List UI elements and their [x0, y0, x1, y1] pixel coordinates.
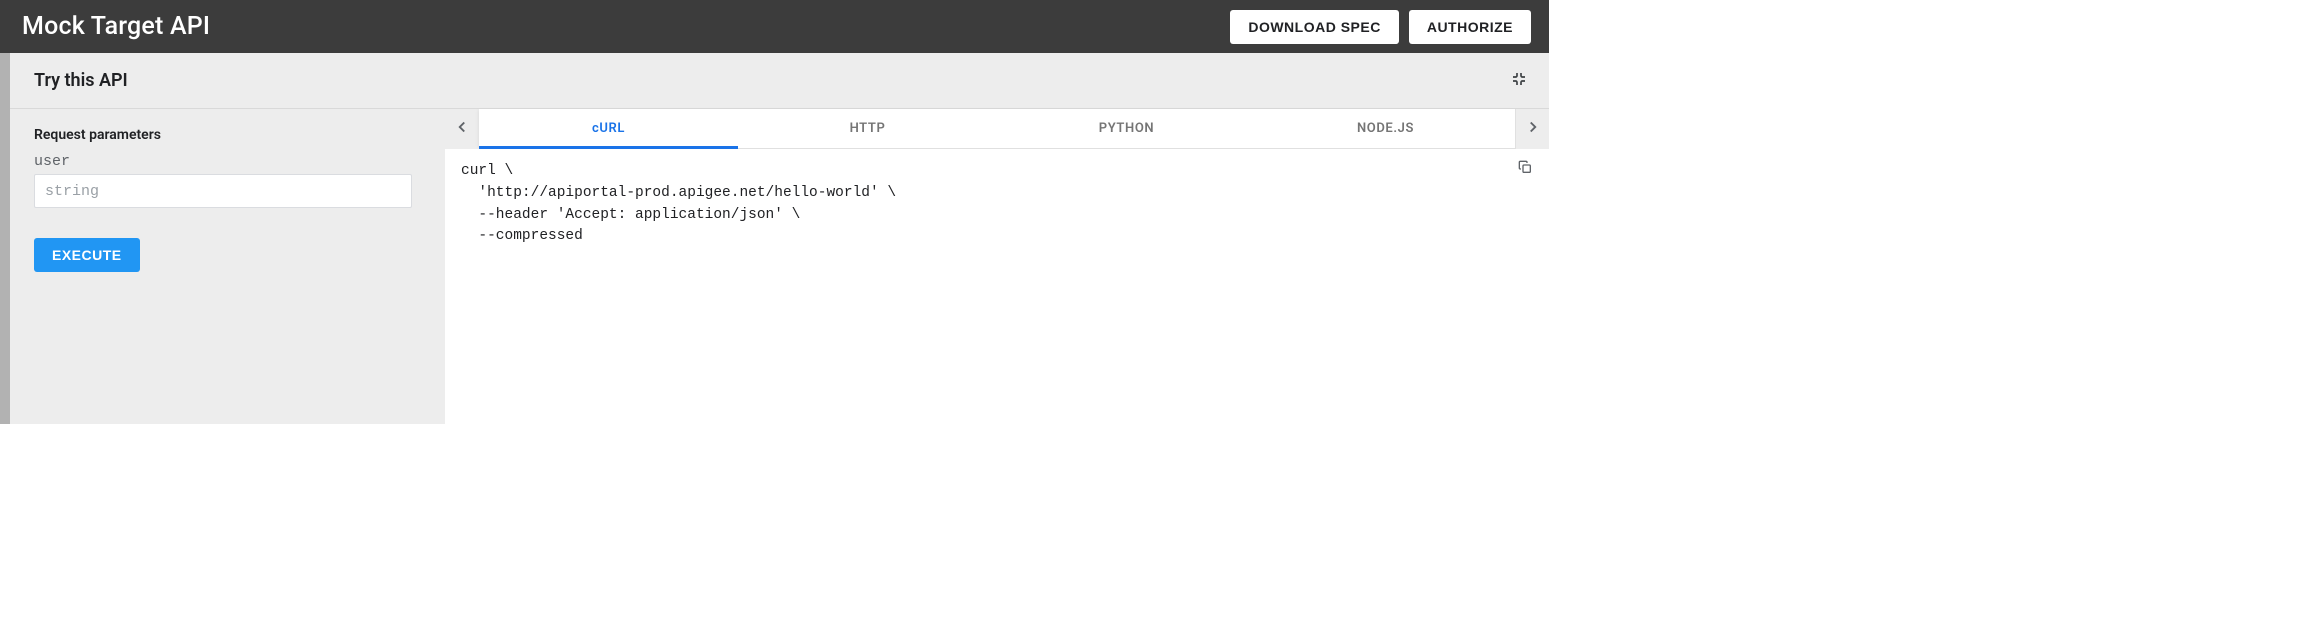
- tabs-row: cURL HTTP PYTHON NODE.JS: [445, 109, 1549, 149]
- tab-label: cURL: [592, 121, 625, 136]
- tab-label: NODE.JS: [1357, 121, 1414, 136]
- try-api-header: Try this API: [10, 53, 1549, 109]
- collapse-button[interactable]: [1507, 69, 1531, 93]
- copy-icon: [1517, 164, 1533, 180]
- topbar-actions: DOWNLOAD SPEC AUTHORIZE: [1230, 10, 1531, 44]
- param-label-user: user: [34, 153, 423, 170]
- authorize-button[interactable]: AUTHORIZE: [1409, 10, 1531, 44]
- param-input-user[interactable]: [34, 174, 412, 208]
- params-heading: Request parameters: [34, 127, 423, 143]
- tabs-next-button[interactable]: [1515, 109, 1549, 149]
- params-column: Request parameters user EXECUTE: [10, 109, 445, 424]
- chevron-left-icon: [453, 118, 471, 140]
- main: Try this API Request parameters user: [10, 53, 1549, 424]
- code-body: curl \ 'http://apiportal-prod.apigee.net…: [445, 149, 1549, 424]
- content-wrap: Try this API Request parameters user: [0, 53, 1549, 424]
- tabs-prev-button[interactable]: [445, 109, 479, 149]
- tab-nodejs[interactable]: NODE.JS: [1256, 109, 1515, 148]
- tab-label: PYTHON: [1099, 121, 1154, 136]
- code-tabs: cURL HTTP PYTHON NODE.JS: [479, 109, 1515, 149]
- tab-label: HTTP: [850, 121, 886, 136]
- execute-button[interactable]: EXECUTE: [34, 238, 140, 272]
- code-snippet: curl \ 'http://apiportal-prod.apigee.net…: [461, 163, 896, 244]
- copy-button[interactable]: [1517, 159, 1537, 179]
- topbar: Mock Target API DOWNLOAD SPEC AUTHORIZE: [0, 0, 1549, 53]
- body: Request parameters user EXECUTE cURL HTT…: [10, 109, 1549, 424]
- tab-curl[interactable]: cURL: [479, 109, 738, 148]
- try-api-title: Try this API: [34, 70, 1507, 91]
- code-column: cURL HTTP PYTHON NODE.JS curl \ 'http://…: [445, 109, 1549, 424]
- download-spec-button[interactable]: DOWNLOAD SPEC: [1230, 10, 1399, 44]
- chevron-right-icon: [1524, 118, 1542, 140]
- left-rail: [0, 53, 10, 424]
- tab-python[interactable]: PYTHON: [997, 109, 1256, 148]
- page-title: Mock Target API: [22, 12, 1230, 41]
- collapse-icon: [1511, 71, 1527, 91]
- tab-http[interactable]: HTTP: [738, 109, 997, 148]
